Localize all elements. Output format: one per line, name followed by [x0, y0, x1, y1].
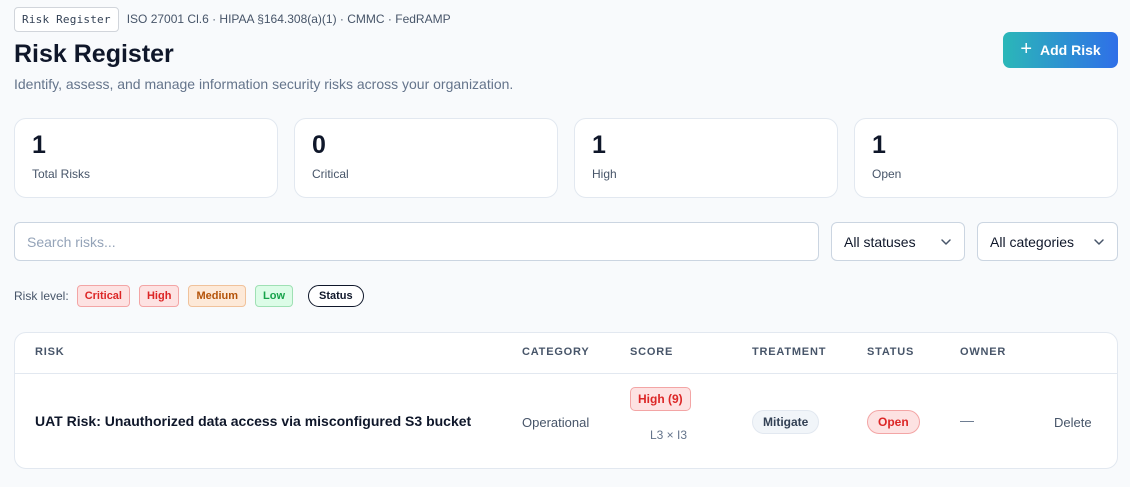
search-input[interactable]	[14, 222, 819, 261]
add-risk-button[interactable]: + Add Risk	[1003, 32, 1118, 68]
page-subtitle: Identify, assess, and manage information…	[14, 76, 514, 92]
legend-chip-medium: Medium	[188, 285, 246, 307]
status-filter-value: All statuses	[844, 233, 916, 250]
risk-level-legend: Risk level: Critical High Medium Low Sta…	[14, 284, 373, 308]
column-header-treatment: TREATMENT	[752, 346, 827, 358]
risk-category: Operational	[522, 415, 590, 430]
risk-table: RISK CATEGORY SCORE TREATMENT STATUS OWN…	[14, 332, 1118, 469]
compliance-bar: Risk Register ISO 27001 Cl.6 · HIPAA §16…	[14, 6, 451, 32]
stat-value: 1	[592, 131, 606, 159]
stat-card-critical: 0 Critical	[294, 118, 558, 198]
stat-card-total: 1 Total Risks	[14, 118, 278, 198]
plus-icon: +	[1020, 38, 1032, 60]
score-detail: L3 × I3	[650, 428, 688, 442]
risk-owner: —	[960, 412, 974, 428]
risk-name[interactable]: UAT Risk: Unauthorized data access via m…	[35, 413, 471, 429]
register-tag: Risk Register	[14, 6, 119, 32]
chevron-down-icon	[941, 238, 951, 245]
legend-chip-status: Status	[308, 285, 364, 307]
legend-chip-low: Low	[255, 285, 293, 307]
column-header-risk: RISK	[35, 346, 65, 358]
stat-card-open: 1 Open	[854, 118, 1118, 198]
stat-card-high: 1 High	[574, 118, 838, 198]
add-risk-label: Add Risk	[1040, 42, 1101, 58]
stat-label: Open	[872, 167, 902, 181]
score-badge: High (9)	[630, 387, 691, 411]
page-title: Risk Register	[14, 40, 174, 68]
category-filter-select[interactable]: All categories	[977, 222, 1118, 261]
compliance-frameworks: ISO 27001 Cl.6 · HIPAA §164.308(a)(1) · …	[126, 12, 451, 26]
stat-label: High	[592, 167, 617, 181]
column-header-category: CATEGORY	[522, 346, 590, 358]
stat-value: 1	[872, 131, 886, 159]
column-header-status: STATUS	[867, 346, 915, 358]
column-header-score: SCORE	[630, 346, 674, 358]
stat-label: Total Risks	[32, 167, 91, 181]
stat-label: Critical	[312, 167, 349, 181]
stat-value: 1	[32, 131, 46, 159]
table-header: RISK CATEGORY SCORE TREATMENT STATUS OWN…	[15, 333, 1117, 374]
status-badge: Open	[867, 410, 920, 434]
column-header-owner: OWNER	[960, 346, 1007, 358]
treatment-badge: Mitigate	[752, 410, 820, 434]
stats-row: 1 Total Risks 0 Critical 1 High 1 Open	[14, 118, 1118, 198]
table-row[interactable]: UAT Risk: Unauthorized data access via m…	[15, 374, 1117, 468]
category-filter-value: All categories	[990, 233, 1075, 250]
legend-chip-high: High	[138, 285, 180, 307]
legend-chip-critical: Critical	[76, 285, 130, 307]
legend-label: Risk level:	[14, 289, 69, 303]
stat-value: 0	[312, 131, 326, 159]
delete-button[interactable]: Delete	[1054, 415, 1092, 430]
chevron-down-icon	[1094, 238, 1104, 245]
status-filter-select[interactable]: All statuses	[831, 222, 965, 261]
